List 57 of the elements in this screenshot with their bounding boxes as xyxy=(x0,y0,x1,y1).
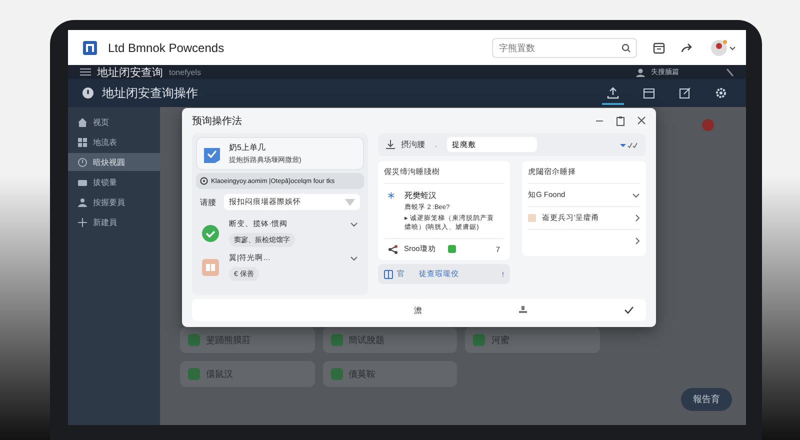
search-field[interactable]: 字熊置数 xyxy=(492,38,637,58)
chevron-down-icon xyxy=(632,192,640,198)
sidebar-item[interactable]: 拔锁量 xyxy=(68,173,160,191)
page-title: 地址闭安查询操作 xyxy=(102,84,198,102)
item-title: 死樊蛭汉 xyxy=(404,190,438,201)
checkmark-icon[interactable] xyxy=(624,306,634,314)
background-card: 儇鼠汉 xyxy=(180,361,315,387)
menu-icon[interactable] xyxy=(80,68,91,76)
briefcase-icon xyxy=(78,178,87,186)
clipboard-icon[interactable] xyxy=(616,116,625,126)
caret-icon xyxy=(345,198,355,206)
field-label: 请腰 xyxy=(200,196,216,208)
logo-icon xyxy=(82,40,98,56)
share-nodes-icon xyxy=(388,244,398,254)
app-title: 地址闭安查询 xyxy=(97,66,163,80)
sidebar-item[interactable]: 按握要員 xyxy=(68,193,160,211)
sidebar-item[interactable]: 暗炔视圓 xyxy=(68,153,160,171)
sidebar-item[interactable]: 新建員 xyxy=(68,213,160,231)
person-icon xyxy=(78,198,87,206)
sidebar-item[interactable]: 视页 xyxy=(68,113,160,131)
home-icon xyxy=(78,118,87,126)
settings-icon xyxy=(715,87,727,99)
avatar-icon[interactable] xyxy=(710,38,736,56)
stamp-icon[interactable] xyxy=(518,305,528,315)
dialog-title: 预询操作法 xyxy=(192,114,242,128)
grid-icon xyxy=(78,138,87,146)
separator-dot: . xyxy=(435,140,438,149)
wifi-check-icon xyxy=(620,142,638,148)
footer-label: 澹 xyxy=(414,304,422,316)
background-card: 河蜜 xyxy=(465,327,600,353)
edit-icon xyxy=(679,87,691,99)
info-icon xyxy=(82,87,94,99)
book-icon xyxy=(202,258,219,276)
download-icon[interactable] xyxy=(386,140,395,149)
snowflake-icon xyxy=(388,190,394,201)
report-button[interactable]: 報告育 xyxy=(681,388,732,411)
share-arrow-icon[interactable] xyxy=(681,42,694,52)
toolbar-label: 摂泃腰 xyxy=(401,139,425,150)
sidebar-item[interactable]: 地流表 xyxy=(68,133,160,151)
search-icon xyxy=(621,42,631,52)
upload-icon xyxy=(607,87,619,99)
status-square-icon xyxy=(448,245,456,253)
background-card: 簡试脫题 xyxy=(322,327,458,353)
chevron-down-icon[interactable] xyxy=(350,256,358,260)
file-name: 奶5上单几 xyxy=(229,142,266,153)
brand-name: Ltd Bmnok Powcends xyxy=(108,40,224,54)
chevron-right-icon xyxy=(635,214,640,222)
book-icon xyxy=(384,270,393,278)
chevron-right-icon xyxy=(635,237,640,245)
alert-dot-icon[interactable] xyxy=(702,119,714,131)
plus-icon xyxy=(78,218,87,226)
check-circle-icon xyxy=(202,224,219,242)
app-subtitle: tonefyels xyxy=(169,68,202,76)
chevron-down-icon[interactable] xyxy=(350,222,358,226)
close-icon[interactable] xyxy=(637,116,646,125)
person-icon xyxy=(636,68,645,76)
background-card: 債莫鞍 xyxy=(322,361,458,387)
